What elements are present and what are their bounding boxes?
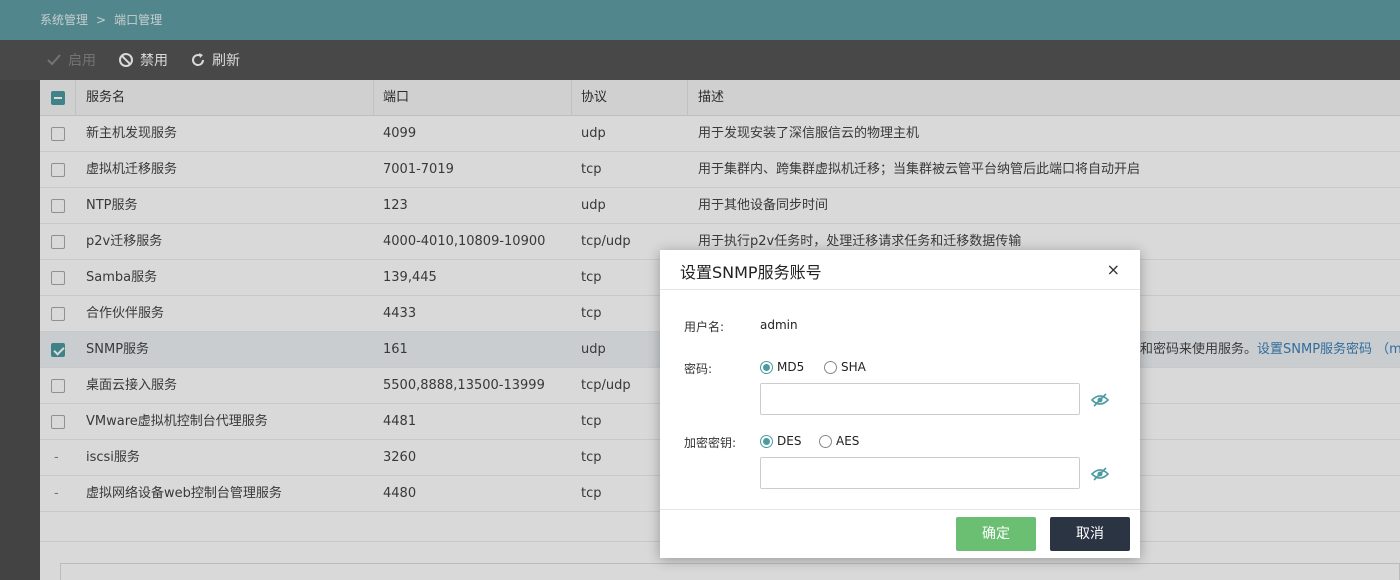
md5-radio[interactable]: MD5 <box>760 360 804 374</box>
radio-dot <box>824 360 837 374</box>
dialog-header: 设置SNMP服务账号 × <box>660 250 1140 290</box>
close-icon[interactable]: × <box>1107 260 1120 279</box>
cancel-button[interactable]: 取消 <box>1050 517 1130 551</box>
confirm-button[interactable]: 确定 <box>956 517 1036 551</box>
sha-label: SHA <box>841 360 866 374</box>
radio-dot <box>760 434 773 448</box>
username-value: admin <box>760 318 798 332</box>
eye-slash-icon[interactable] <box>1090 392 1110 408</box>
password-label: 密码: <box>684 362 713 376</box>
encryption-key-input[interactable] <box>760 457 1080 489</box>
dialog-title: 设置SNMP服务账号 <box>680 263 822 282</box>
aes-radio[interactable]: AES <box>819 434 859 448</box>
eye-slash-icon[interactable] <box>1090 466 1110 482</box>
snmp-account-dialog: 设置SNMP服务账号 × 用户名: admin 密码: MD5 SHA 加密密钥… <box>660 250 1140 558</box>
dialog-footer: 确定 取消 <box>660 509 1140 558</box>
encryption-key-label: 加密密钥: <box>684 436 737 450</box>
username-label: 用户名: <box>684 320 725 334</box>
password-input[interactable] <box>760 383 1080 415</box>
radio-dot <box>760 360 773 374</box>
md5-label: MD5 <box>777 360 805 374</box>
des-radio[interactable]: DES <box>760 434 801 448</box>
des-label: DES <box>777 434 802 448</box>
radio-dot <box>819 434 832 448</box>
sha-radio[interactable]: SHA <box>824 360 866 374</box>
aes-label: AES <box>836 434 860 448</box>
